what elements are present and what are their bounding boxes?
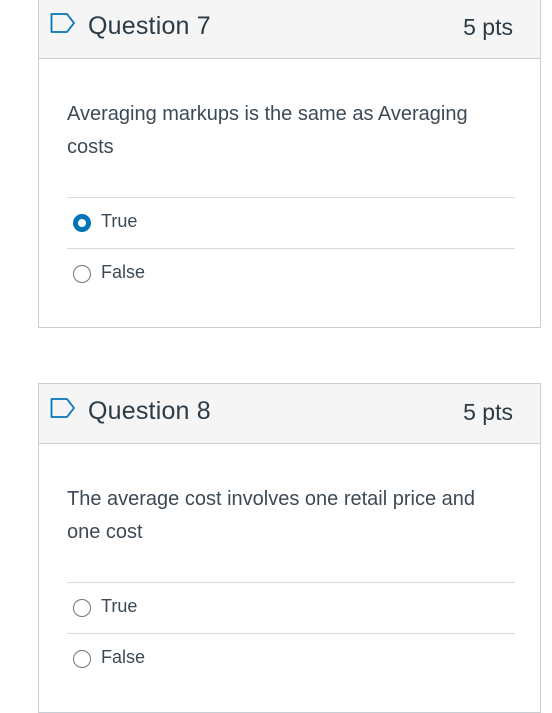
question-7-answer-false[interactable]: False bbox=[67, 248, 515, 299]
question-8-answers: True False bbox=[67, 582, 515, 684]
flag-question-icon[interactable] bbox=[50, 12, 76, 34]
question-8-title: Question 8 bbox=[88, 397, 211, 425]
question-7-answer-true[interactable]: True bbox=[67, 197, 515, 248]
question-8-answer-true[interactable]: True bbox=[67, 582, 515, 633]
question-7-title: Question 7 bbox=[88, 12, 211, 40]
radio-button[interactable] bbox=[73, 650, 91, 668]
question-7-header: Question 7 5 pts bbox=[39, 0, 540, 59]
flag-question-icon[interactable] bbox=[50, 397, 76, 419]
question-8-text: The average cost involves one retail pri… bbox=[67, 488, 476, 543]
question-7-answers: True False bbox=[67, 197, 515, 299]
answer-label[interactable]: True bbox=[101, 211, 137, 232]
question-8-card: Question 8 5 pts The average cost involv… bbox=[38, 383, 541, 713]
question-7-points: 5 pts bbox=[463, 14, 513, 40]
radio-button[interactable] bbox=[73, 265, 91, 283]
question-8-points: 5 pts bbox=[463, 399, 513, 425]
question-8-answer-false[interactable]: False bbox=[67, 633, 515, 684]
answer-label[interactable]: False bbox=[101, 262, 145, 283]
question-8-header: Question 8 5 pts bbox=[39, 384, 540, 444]
answer-label[interactable]: False bbox=[101, 647, 145, 668]
question-7-card: Question 7 5 pts Averaging markups is th… bbox=[38, 0, 541, 328]
question-7-text: Averaging markups is the same as Averagi… bbox=[67, 103, 468, 158]
radio-button[interactable] bbox=[73, 599, 91, 617]
radio-button-selected[interactable] bbox=[73, 214, 91, 232]
answer-label[interactable]: True bbox=[101, 596, 137, 617]
